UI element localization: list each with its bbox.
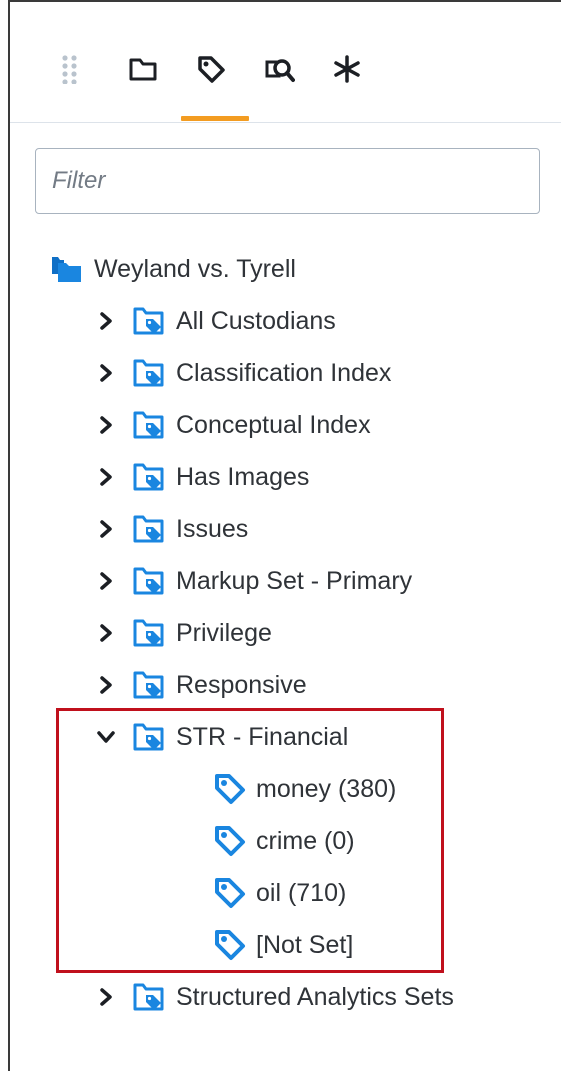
- tree-item[interactable]: Privilege: [132, 609, 272, 657]
- panel-toolbar: [10, 2, 561, 123]
- tag-folder-icon: [132, 514, 166, 544]
- field-tree-panel: Weyland vs. Tyrell All Custodians Classif…: [8, 0, 561, 1071]
- folder-icon[interactable]: [127, 52, 159, 86]
- tree-item-label: Responsive: [176, 670, 307, 699]
- tag-icon[interactable]: [195, 52, 227, 86]
- tree-item-label: Issues: [176, 514, 249, 543]
- tree-item-label: Markup Set - Primary: [176, 566, 413, 595]
- highlight-box: [56, 708, 444, 973]
- chevron-right-icon[interactable]: [96, 571, 116, 591]
- tree-item[interactable]: Markup Set - Primary: [132, 557, 412, 605]
- tree-item[interactable]: Responsive: [132, 661, 307, 709]
- chevron-right-icon[interactable]: [96, 363, 116, 383]
- tree-item[interactable]: Issues: [132, 505, 248, 553]
- filter-input[interactable]: [35, 148, 540, 214]
- search-document-icon[interactable]: [263, 52, 295, 86]
- tag-folder-icon: [132, 358, 166, 388]
- chevron-right-icon[interactable]: [96, 519, 116, 539]
- tree-item-label: Classification Index: [176, 358, 392, 387]
- asterisk-icon[interactable]: [331, 52, 363, 86]
- folder-tree-icon: [50, 254, 84, 284]
- tree-item-label: Has Images: [176, 462, 310, 491]
- tree-item-label: Conceptual Index: [176, 410, 371, 439]
- tag-folder-icon: [132, 462, 166, 492]
- tree-item-label: Privilege: [176, 618, 272, 647]
- tree-root[interactable]: Weyland vs. Tyrell: [50, 245, 296, 293]
- tree-item[interactable]: Has Images: [132, 453, 309, 501]
- tree-item[interactable]: All Custodians: [132, 297, 336, 345]
- tag-folder-icon: [132, 306, 166, 336]
- chevron-right-icon[interactable]: [96, 467, 116, 487]
- drag-handle-icon[interactable]: [54, 52, 86, 86]
- tree-item[interactable]: Classification Index: [132, 349, 391, 397]
- tree-item[interactable]: Structured Analytics Sets: [132, 973, 454, 1021]
- tree-item-label: All Custodians: [176, 306, 336, 335]
- chevron-right-icon[interactable]: [96, 623, 116, 643]
- tree-item[interactable]: Conceptual Index: [132, 401, 371, 449]
- chevron-right-icon[interactable]: [96, 415, 116, 435]
- chevron-right-icon[interactable]: [96, 987, 116, 1007]
- tag-folder-icon: [132, 566, 166, 596]
- chevron-right-icon[interactable]: [96, 675, 116, 695]
- tree-root-label: Weyland vs. Tyrell: [94, 254, 296, 283]
- tag-folder-icon: [132, 982, 166, 1012]
- tree-item-label: Structured Analytics Sets: [176, 982, 454, 1011]
- tag-folder-icon: [132, 410, 166, 440]
- chevron-right-icon[interactable]: [96, 311, 116, 331]
- tag-folder-icon: [132, 670, 166, 700]
- tag-folder-icon: [132, 618, 166, 648]
- active-tab-indicator: [181, 116, 249, 121]
